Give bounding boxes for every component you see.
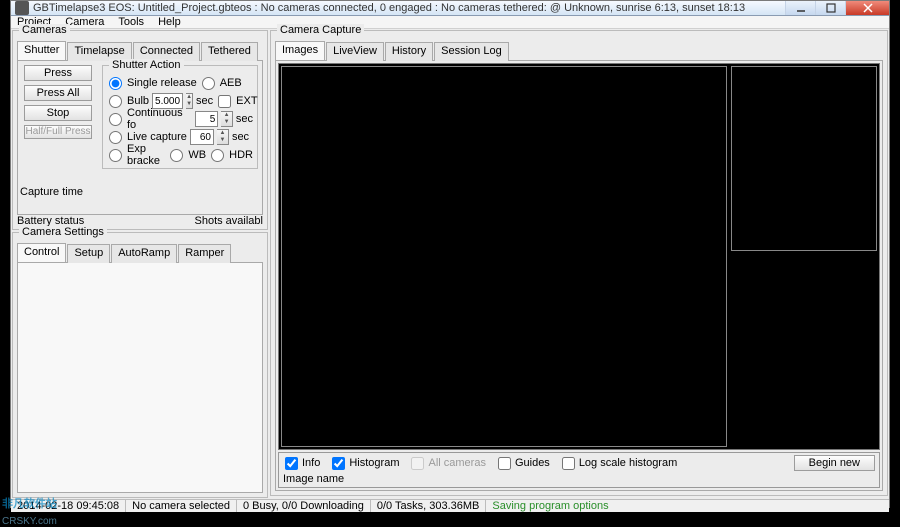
tab-session-log[interactable]: Session Log bbox=[434, 42, 509, 61]
half-full-button[interactable]: Half/Full Press bbox=[24, 125, 92, 139]
single-release-radio[interactable] bbox=[109, 77, 122, 90]
log-scale-checkbox[interactable] bbox=[562, 457, 575, 470]
client-area: Cameras Shutter Timelapse Connected Teth… bbox=[11, 29, 889, 499]
cameras-group: Cameras Shutter Timelapse Connected Teth… bbox=[12, 30, 268, 230]
status-saving: Saving program options bbox=[486, 500, 614, 512]
maximize-button[interactable] bbox=[815, 1, 845, 15]
continuous-spinner[interactable]: ▲▼ bbox=[221, 111, 233, 127]
wb-label: WB bbox=[188, 149, 206, 161]
status-time: 2014-02-18 09:45:08 bbox=[11, 500, 126, 512]
exp-bracket-label: Exp bracke bbox=[127, 143, 165, 167]
aeb-label: AEB bbox=[220, 77, 242, 89]
wb-radio[interactable] bbox=[170, 149, 183, 162]
capture-tabstrip: Images LiveView History Session Log bbox=[275, 41, 883, 61]
status-busy: 0 Busy, 0/0 Downloading bbox=[237, 500, 371, 512]
right-pane: Camera Capture Images LiveView History S… bbox=[270, 30, 888, 498]
continuous-value[interactable]: 5 bbox=[195, 111, 218, 127]
tab-liveview[interactable]: LiveView bbox=[326, 42, 384, 61]
histogram-checkbox[interactable] bbox=[332, 457, 345, 470]
live-capture-label: Live capture bbox=[127, 131, 187, 143]
titlebar[interactable]: GBTimelapse3 EOS: Untitled_Project.gbteo… bbox=[11, 1, 889, 16]
tab-images[interactable]: Images bbox=[275, 41, 325, 60]
single-release-label: Single release bbox=[127, 77, 197, 89]
shutter-action-legend: Shutter Action bbox=[109, 59, 184, 71]
tab-setup[interactable]: Setup bbox=[67, 244, 110, 263]
image-name-label: Image name bbox=[283, 473, 344, 485]
watermark-sub: CRSKY.com bbox=[2, 516, 57, 527]
live-capture-sec-label: sec bbox=[232, 131, 249, 143]
guides-label: Guides bbox=[515, 457, 550, 469]
tab-autoramp[interactable]: AutoRamp bbox=[111, 244, 177, 263]
ext-label: EXT bbox=[236, 95, 257, 107]
bulb-sec-label: sec bbox=[196, 95, 213, 107]
main-preview[interactable] bbox=[281, 66, 727, 447]
histogram-label: Histogram bbox=[349, 457, 399, 469]
tab-control[interactable]: Control bbox=[17, 243, 66, 262]
bulb-radio[interactable] bbox=[109, 95, 122, 108]
shots-available-label: Shots availabl bbox=[195, 215, 264, 227]
settings-tabstrip: Control Setup AutoRamp Ramper bbox=[17, 243, 263, 263]
status-camera: No camera selected bbox=[126, 500, 237, 512]
menu-tools[interactable]: Tools bbox=[118, 16, 144, 28]
continuous-label: Continuous fo bbox=[127, 107, 192, 131]
menu-camera[interactable]: Camera bbox=[65, 16, 104, 28]
info-checkbox[interactable] bbox=[285, 457, 298, 470]
minimize-button[interactable] bbox=[785, 1, 815, 15]
tab-tethered[interactable]: Tethered bbox=[201, 42, 258, 61]
camera-settings-group: Camera Settings Control Setup AutoRamp R… bbox=[12, 232, 268, 498]
menubar: Project Camera Tools Help bbox=[11, 16, 889, 29]
camera-capture-group: Camera Capture Images LiveView History S… bbox=[270, 30, 888, 496]
window-title: GBTimelapse3 EOS: Untitled_Project.gbteo… bbox=[33, 2, 785, 14]
cameras-legend: Cameras bbox=[19, 24, 70, 36]
exp-bracket-radio[interactable] bbox=[109, 149, 122, 162]
begin-new-button[interactable]: Begin new bbox=[794, 455, 875, 471]
info-label: Info bbox=[302, 457, 320, 469]
close-button[interactable] bbox=[845, 1, 889, 15]
images-page: Info Histogram All cameras Guides Log sc… bbox=[275, 61, 883, 491]
control-page bbox=[17, 263, 263, 493]
app-window: GBTimelapse3 EOS: Untitled_Project.gbteo… bbox=[10, 0, 890, 508]
live-capture-radio[interactable] bbox=[109, 131, 122, 144]
status-tasks: 0/0 Tasks, 303.36MB bbox=[371, 500, 487, 512]
shutter-page: Press Press All Stop Half/Full Press Shu… bbox=[17, 61, 263, 215]
press-button[interactable]: Press bbox=[24, 65, 92, 81]
side-preview[interactable] bbox=[731, 66, 877, 251]
shutter-action-group: Shutter Action Single release AEB Bulb 5… bbox=[102, 65, 258, 169]
capture-bottom-bar: Info Histogram All cameras Guides Log sc… bbox=[278, 452, 880, 488]
hdr-label: HDR bbox=[229, 149, 253, 161]
left-pane: Cameras Shutter Timelapse Connected Teth… bbox=[12, 30, 268, 498]
app-icon bbox=[15, 1, 29, 15]
live-capture-spinner[interactable]: ▲▼ bbox=[217, 129, 229, 145]
tab-ramper[interactable]: Ramper bbox=[178, 244, 231, 263]
bulb-label: Bulb bbox=[127, 95, 149, 107]
cameras-tabstrip: Shutter Timelapse Connected Tethered bbox=[17, 41, 263, 61]
preview-area bbox=[278, 63, 880, 450]
hdr-radio[interactable] bbox=[211, 149, 224, 162]
live-capture-value[interactable]: 60 bbox=[190, 129, 214, 145]
all-cameras-checkbox bbox=[411, 457, 424, 470]
statusbar: 2014-02-18 09:45:08 No camera selected 0… bbox=[11, 499, 889, 512]
menu-help[interactable]: Help bbox=[158, 16, 181, 28]
tab-shutter[interactable]: Shutter bbox=[17, 41, 66, 60]
camera-settings-legend: Camera Settings bbox=[19, 226, 107, 238]
all-cameras-label: All cameras bbox=[428, 457, 485, 469]
press-all-button[interactable]: Press All bbox=[24, 85, 92, 101]
log-scale-label: Log scale histogram bbox=[579, 457, 677, 469]
aeb-radio[interactable] bbox=[202, 77, 215, 90]
capture-time-label: Capture time bbox=[20, 186, 83, 198]
continuous-sec-label: sec bbox=[236, 113, 253, 125]
guides-checkbox[interactable] bbox=[498, 457, 511, 470]
camera-capture-legend: Camera Capture bbox=[277, 24, 364, 36]
stop-button[interactable]: Stop bbox=[24, 105, 92, 121]
ext-checkbox[interactable] bbox=[218, 95, 231, 108]
continuous-radio[interactable] bbox=[109, 113, 122, 126]
tab-history[interactable]: History bbox=[385, 42, 433, 61]
